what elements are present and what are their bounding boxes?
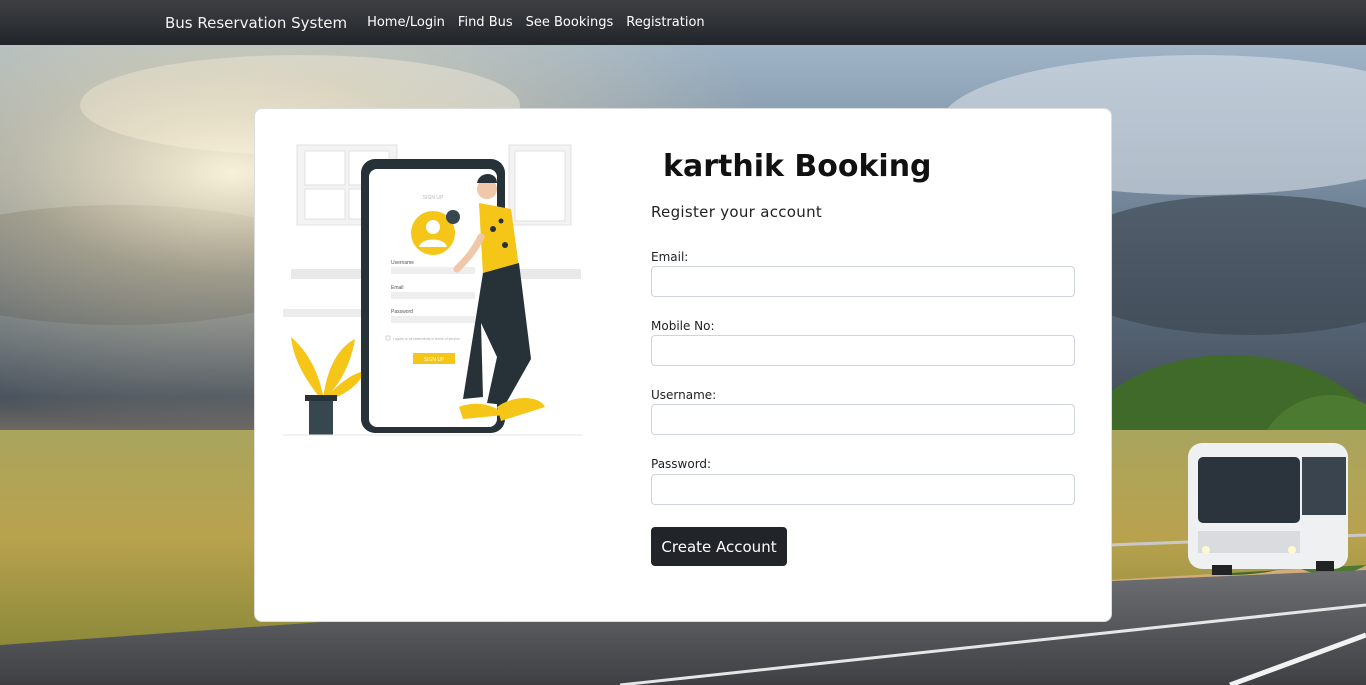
registration-card: SIGN UP Username Email Password I agree … [254,108,1112,622]
email-input[interactable] [651,266,1075,297]
card-title: karthik Booking [663,149,932,184]
top-navbar: Bus Reservation System Home/Login Find B… [0,0,1366,45]
illustration-screen-title: SIGN UP [423,195,444,201]
create-account-button[interactable]: Create Account [651,527,787,566]
illustration-signup-button-label: SIGN UP [424,357,445,363]
mobile-input[interactable] [651,335,1075,366]
nav-link-registration[interactable]: Registration [626,15,704,30]
nav-link-find-bus[interactable]: Find Bus [458,15,513,30]
navbar-brand[interactable]: Bus Reservation System [165,14,347,32]
illustration-password-label: Password [391,309,413,315]
mobile-label: Mobile No: [651,319,715,333]
username-label: Username: [651,388,717,402]
nav-link-see-bookings[interactable]: See Bookings [526,15,614,30]
password-label: Password: [651,457,712,471]
illustration-email-label: Email [391,285,404,291]
nav-link-home-login[interactable]: Home/Login [367,15,445,30]
signup-illustration: SIGN UP Username Email Password I agree … [283,144,583,436]
password-input[interactable] [651,474,1075,505]
email-label: Email: [651,250,689,264]
illustration-username-label: Username [391,260,414,266]
card-subtitle: Register your account [651,203,823,221]
illustration-terms-text: I agree to all statements in terms of se… [393,337,460,341]
username-input[interactable] [651,404,1075,435]
